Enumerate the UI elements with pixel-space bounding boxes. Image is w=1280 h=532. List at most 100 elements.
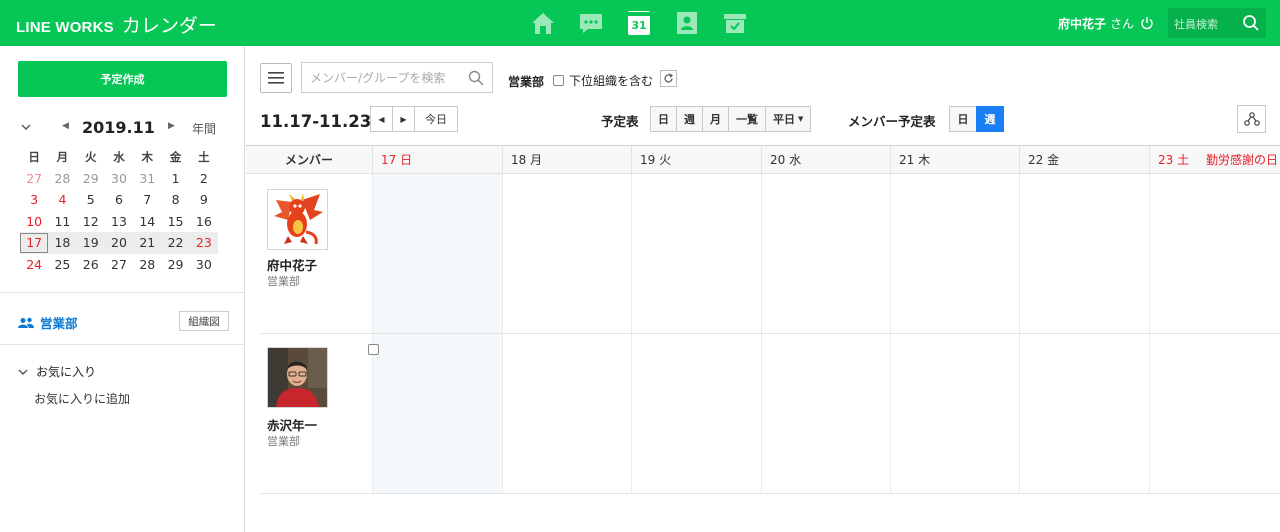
refresh-icon <box>664 73 674 83</box>
view-weekday-dropdown[interactable]: 平日 ▼ <box>765 106 812 132</box>
day-cell[interactable]: 1 <box>161 171 189 186</box>
calendar-icon[interactable]: 31 <box>628 11 650 35</box>
selected-department: 営業部 <box>508 75 545 89</box>
day-cell[interactable]: 16 <box>190 214 218 229</box>
year-view-button[interactable]: 年間 <box>192 120 216 137</box>
row-divider <box>260 333 1280 334</box>
day-cell[interactable]: 10 <box>20 214 48 229</box>
day-cell[interactable]: 28 <box>48 171 76 186</box>
day-cell[interactable]: 31 <box>133 171 161 186</box>
day-cell[interactable]: 21 <box>133 235 161 250</box>
favorites-toggle[interactable]: お気に入り <box>18 363 96 380</box>
day-cell[interactable]: 27 <box>105 257 133 272</box>
view-month-button[interactable]: 月 <box>702 106 729 132</box>
day-cell[interactable]: 13 <box>105 214 133 229</box>
day-cell[interactable]: 18 <box>48 235 76 250</box>
brand[interactable]: LINE WORKS カレンダー <box>16 11 217 38</box>
avatar[interactable] <box>267 189 328 250</box>
day-cell[interactable]: 5 <box>77 192 105 207</box>
weekday-header: 日 <box>28 149 40 164</box>
view-list-button[interactable]: 一覧 <box>728 106 766 132</box>
day-cell[interactable]: 14 <box>133 214 161 229</box>
grid-header: メンバー 17 日 18 月 19 火 20 水 21 木 22 金 23 土 … <box>246 145 1280 174</box>
drive-icon[interactable] <box>722 10 748 36</box>
menu-button[interactable] <box>260 63 292 93</box>
member-name[interactable]: 赤沢年一 <box>267 415 317 434</box>
message-icon[interactable] <box>578 10 604 36</box>
day-cell[interactable]: 30 <box>190 257 218 272</box>
day-cell[interactable]: 29 <box>77 171 105 186</box>
prev-month-button[interactable]: ◀ <box>62 121 69 131</box>
day-column-header[interactable]: 20 水 <box>761 146 890 174</box>
day-column-header[interactable]: 17 日 <box>372 146 502 174</box>
caret-down-icon: ▼ <box>798 115 804 123</box>
department-link[interactable]: 営業部 <box>18 313 78 332</box>
member-view-day-button[interactable]: 日 <box>949 106 977 132</box>
day-column-header[interactable]: 21 木 <box>890 146 1019 174</box>
home-icon[interactable] <box>530 10 556 36</box>
day-cell[interactable]: 2 <box>190 171 218 186</box>
chevron-down-icon[interactable] <box>20 122 32 132</box>
day-cell[interactable]: 29 <box>161 257 189 272</box>
day-cell[interactable]: 6 <box>105 192 133 207</box>
day-cell[interactable]: 11 <box>48 214 76 229</box>
grid-body: 府中花子 営業部 赤沢年一 営業部 <box>246 174 1280 494</box>
day-cell[interactable]: 24 <box>20 257 48 272</box>
user-name[interactable]: 府中花子 <box>1058 15 1106 32</box>
day-cell[interactable]: 7 <box>133 192 161 207</box>
day-column-header[interactable]: 18 月 <box>502 146 631 174</box>
prev-week-button[interactable]: ◀ <box>370 106 393 132</box>
today-button[interactable]: 今日 <box>414 106 458 132</box>
day-column-header[interactable]: 23 土 <box>1149 146 1199 174</box>
day-cell[interactable]: 8 <box>161 192 189 207</box>
day-cell[interactable]: 22 <box>161 235 189 250</box>
day-cell[interactable]: 20 <box>105 235 133 250</box>
day-cell-today[interactable]: 17 <box>20 232 49 253</box>
member-row-checkbox[interactable] <box>368 344 379 355</box>
day-cell[interactable]: 25 <box>48 257 76 272</box>
day-cell[interactable]: 15 <box>161 214 189 229</box>
member-view-week-button[interactable]: 週 <box>976 106 1004 132</box>
view-week-button[interactable]: 週 <box>676 106 703 132</box>
contacts-icon[interactable] <box>674 10 700 36</box>
weekday-header: 月 <box>56 149 69 164</box>
day-cell[interactable]: 27 <box>20 171 48 186</box>
day-cell[interactable]: 19 <box>77 235 105 250</box>
avatar[interactable] <box>267 347 328 408</box>
day-cell[interactable]: 23 <box>190 235 218 250</box>
checkbox[interactable] <box>553 75 564 86</box>
power-icon[interactable] <box>1140 16 1154 30</box>
day-cell[interactable]: 30 <box>105 171 133 186</box>
add-favorite-link[interactable]: お気に入りに追加 <box>34 390 130 407</box>
create-event-button[interactable]: 予定作成 <box>18 61 227 97</box>
weekday-header: 金 <box>169 149 182 164</box>
day-cell[interactable]: 4 <box>48 192 76 207</box>
user-area: 府中花子 さん 社員検索 <box>1058 0 1280 46</box>
member-search-input[interactable] <box>302 63 462 92</box>
refresh-button[interactable] <box>660 70 677 87</box>
include-sub-org-checkbox[interactable]: 下位組織を含む <box>553 72 653 89</box>
mini-calendar-month: 2019.11 <box>82 118 155 137</box>
view-day-button[interactable]: 日 <box>650 106 677 132</box>
day-cell[interactable]: 9 <box>190 192 218 207</box>
day-column-header[interactable]: 19 火 <box>631 146 761 174</box>
next-month-button[interactable]: ▶ <box>168 121 175 131</box>
share-button[interactable] <box>1237 105 1266 133</box>
search-icon[interactable] <box>468 70 484 86</box>
org-chart-button[interactable]: 組織図 <box>179 311 229 331</box>
day-cell[interactable]: 3 <box>20 192 48 207</box>
sunday-column-highlight <box>372 174 502 494</box>
member-name[interactable]: 府中花子 <box>267 255 317 274</box>
day-cell[interactable]: 12 <box>77 214 105 229</box>
column-divider <box>502 174 503 494</box>
day-cell[interactable]: 26 <box>77 257 105 272</box>
day-cell[interactable]: 28 <box>133 257 161 272</box>
employee-search-input[interactable]: 社員検索 <box>1168 8 1266 38</box>
member-row: 府中花子 営業部 <box>260 174 372 333</box>
member-column-header: メンバー <box>284 153 333 167</box>
column-divider <box>372 174 373 494</box>
search-icon[interactable] <box>1242 14 1260 32</box>
day-column-header[interactable]: 22 金 <box>1019 146 1149 174</box>
chevron-down-icon <box>18 369 28 375</box>
next-week-button[interactable]: ▶ <box>392 106 415 132</box>
